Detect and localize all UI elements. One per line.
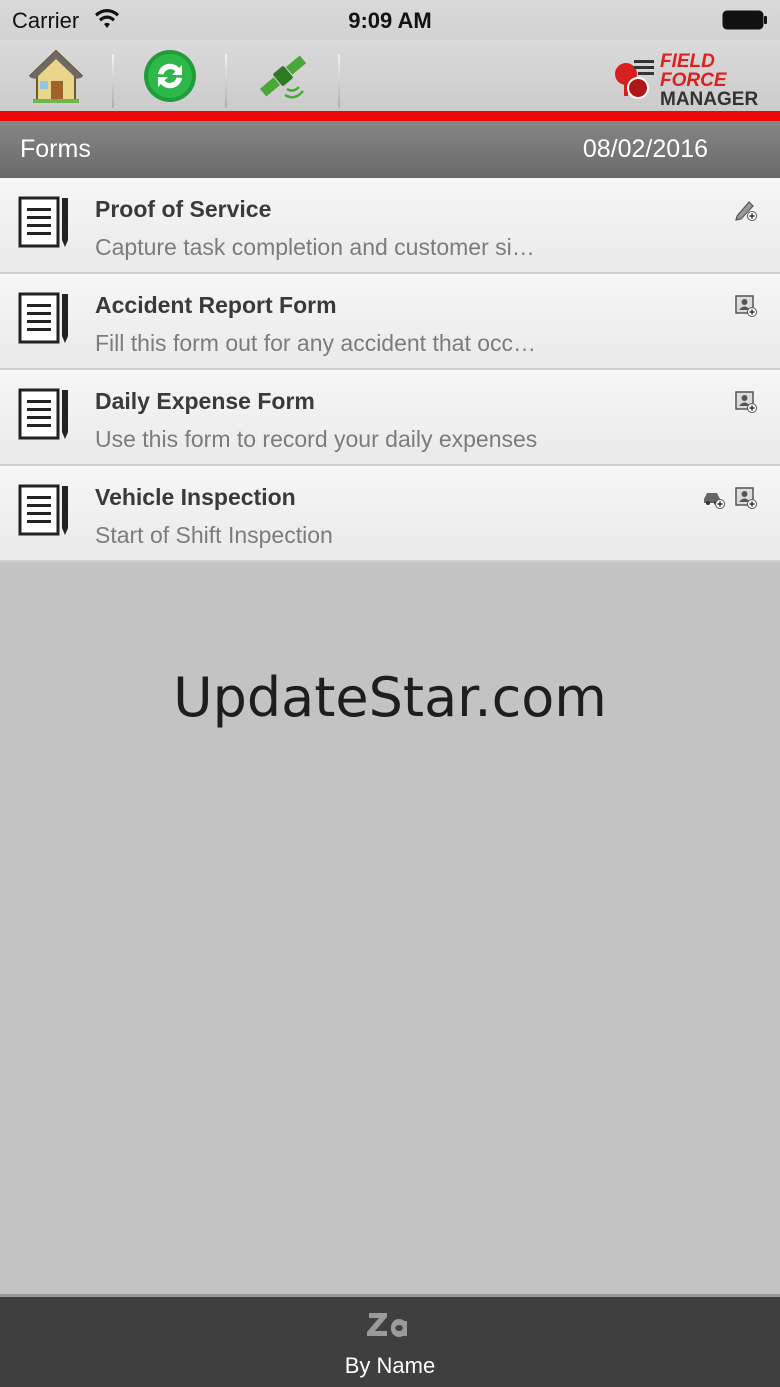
form-description: Start of Shift Inspection bbox=[95, 522, 333, 548]
document-icon bbox=[18, 292, 68, 344]
document-icon bbox=[18, 388, 68, 440]
logo-pin-icon bbox=[615, 60, 654, 99]
toolbar-divider bbox=[338, 54, 340, 108]
status-bar: Carrier 9:09 AM bbox=[0, 0, 780, 40]
bottom-bar: By Name bbox=[0, 1294, 780, 1387]
header-date: 08/02/2016 bbox=[582, 135, 708, 163]
logo-line-field: FIELD bbox=[660, 51, 715, 72]
form-name: Vehicle Inspection bbox=[95, 484, 296, 510]
document-icon bbox=[18, 196, 68, 248]
toolbar: FIELD FORCE MANAGER bbox=[0, 40, 780, 112]
logo-text: FIELD FORCE MANAGER bbox=[660, 52, 758, 109]
form-name: Accident Report Form bbox=[95, 292, 337, 318]
contact-add-icon[interactable] bbox=[734, 486, 758, 510]
page-title: Forms bbox=[20, 135, 91, 163]
gps-button[interactable] bbox=[227, 40, 339, 112]
sort-by-name-button[interactable]: By Name bbox=[290, 1303, 490, 1385]
home-button[interactable] bbox=[0, 40, 112, 112]
battery-icon bbox=[722, 10, 767, 30]
edit-add-icon[interactable] bbox=[734, 198, 758, 222]
form-name: Proof of Service bbox=[95, 196, 272, 222]
list-item[interactable]: Accident Report Form Fill this form out … bbox=[0, 274, 780, 370]
form-description: Fill this form out for any accident that… bbox=[95, 330, 537, 356]
list-item[interactable]: Daily Expense Form Use this form to reco… bbox=[0, 370, 780, 466]
logo-line-force: FORCE bbox=[660, 70, 727, 91]
contact-add-icon[interactable] bbox=[734, 294, 758, 318]
form-description: Use this form to record your daily expen… bbox=[95, 426, 538, 452]
document-icon bbox=[18, 484, 68, 536]
watermark: UpdateStar.com bbox=[173, 666, 607, 729]
sync-icon bbox=[144, 50, 196, 102]
clock: 9:09 AM bbox=[348, 8, 432, 33]
form-description: Capture task completion and customer si… bbox=[95, 234, 535, 260]
list-item[interactable]: Vehicle Inspection Start of Shift Inspec… bbox=[0, 466, 780, 562]
forms-list: Proof of Service Capture task completion… bbox=[0, 178, 780, 562]
form-name: Daily Expense Form bbox=[95, 388, 315, 414]
logo-line-manager: MANAGER bbox=[660, 89, 759, 110]
home-icon bbox=[28, 49, 84, 103]
sort-za-icon bbox=[367, 1313, 408, 1337]
contact-add-icon[interactable] bbox=[734, 390, 758, 414]
satellite-icon bbox=[259, 55, 307, 99]
vehicle-add-icon[interactable] bbox=[702, 486, 726, 510]
section-header: Forms 08/02/2016 bbox=[0, 121, 780, 178]
accent-bar bbox=[0, 111, 780, 121]
sync-button[interactable] bbox=[114, 40, 226, 112]
list-item[interactable]: Proof of Service Capture task completion… bbox=[0, 178, 780, 274]
field-force-manager-logo: FIELD FORCE MANAGER bbox=[608, 50, 758, 109]
sort-label: By Name bbox=[344, 1353, 436, 1378]
